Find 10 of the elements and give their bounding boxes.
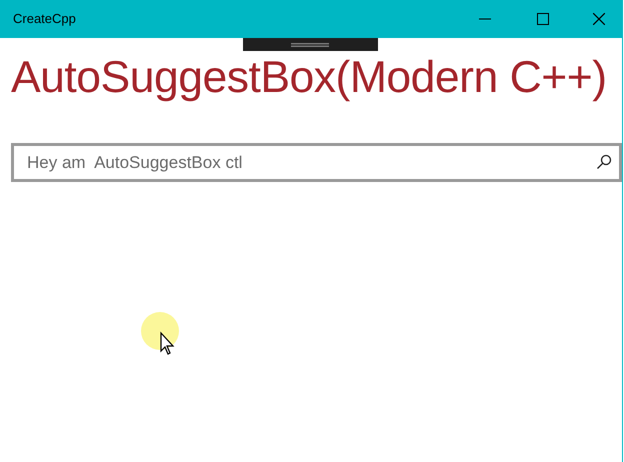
window-title: CreateCpp [13, 10, 76, 28]
search-field[interactable]: Hey am AutoSuggestBox ctl [11, 143, 622, 182]
close-icon [593, 13, 605, 25]
maximize-icon [537, 13, 549, 25]
minimize-icon [479, 18, 491, 20]
page-heading: AutoSuggestBox(Modern C++) [11, 52, 608, 104]
drag-handle[interactable] [242, 38, 378, 51]
mouse-pointer-icon [141, 312, 181, 357]
search-icon[interactable] [596, 154, 612, 170]
grip-icon [291, 42, 329, 46]
